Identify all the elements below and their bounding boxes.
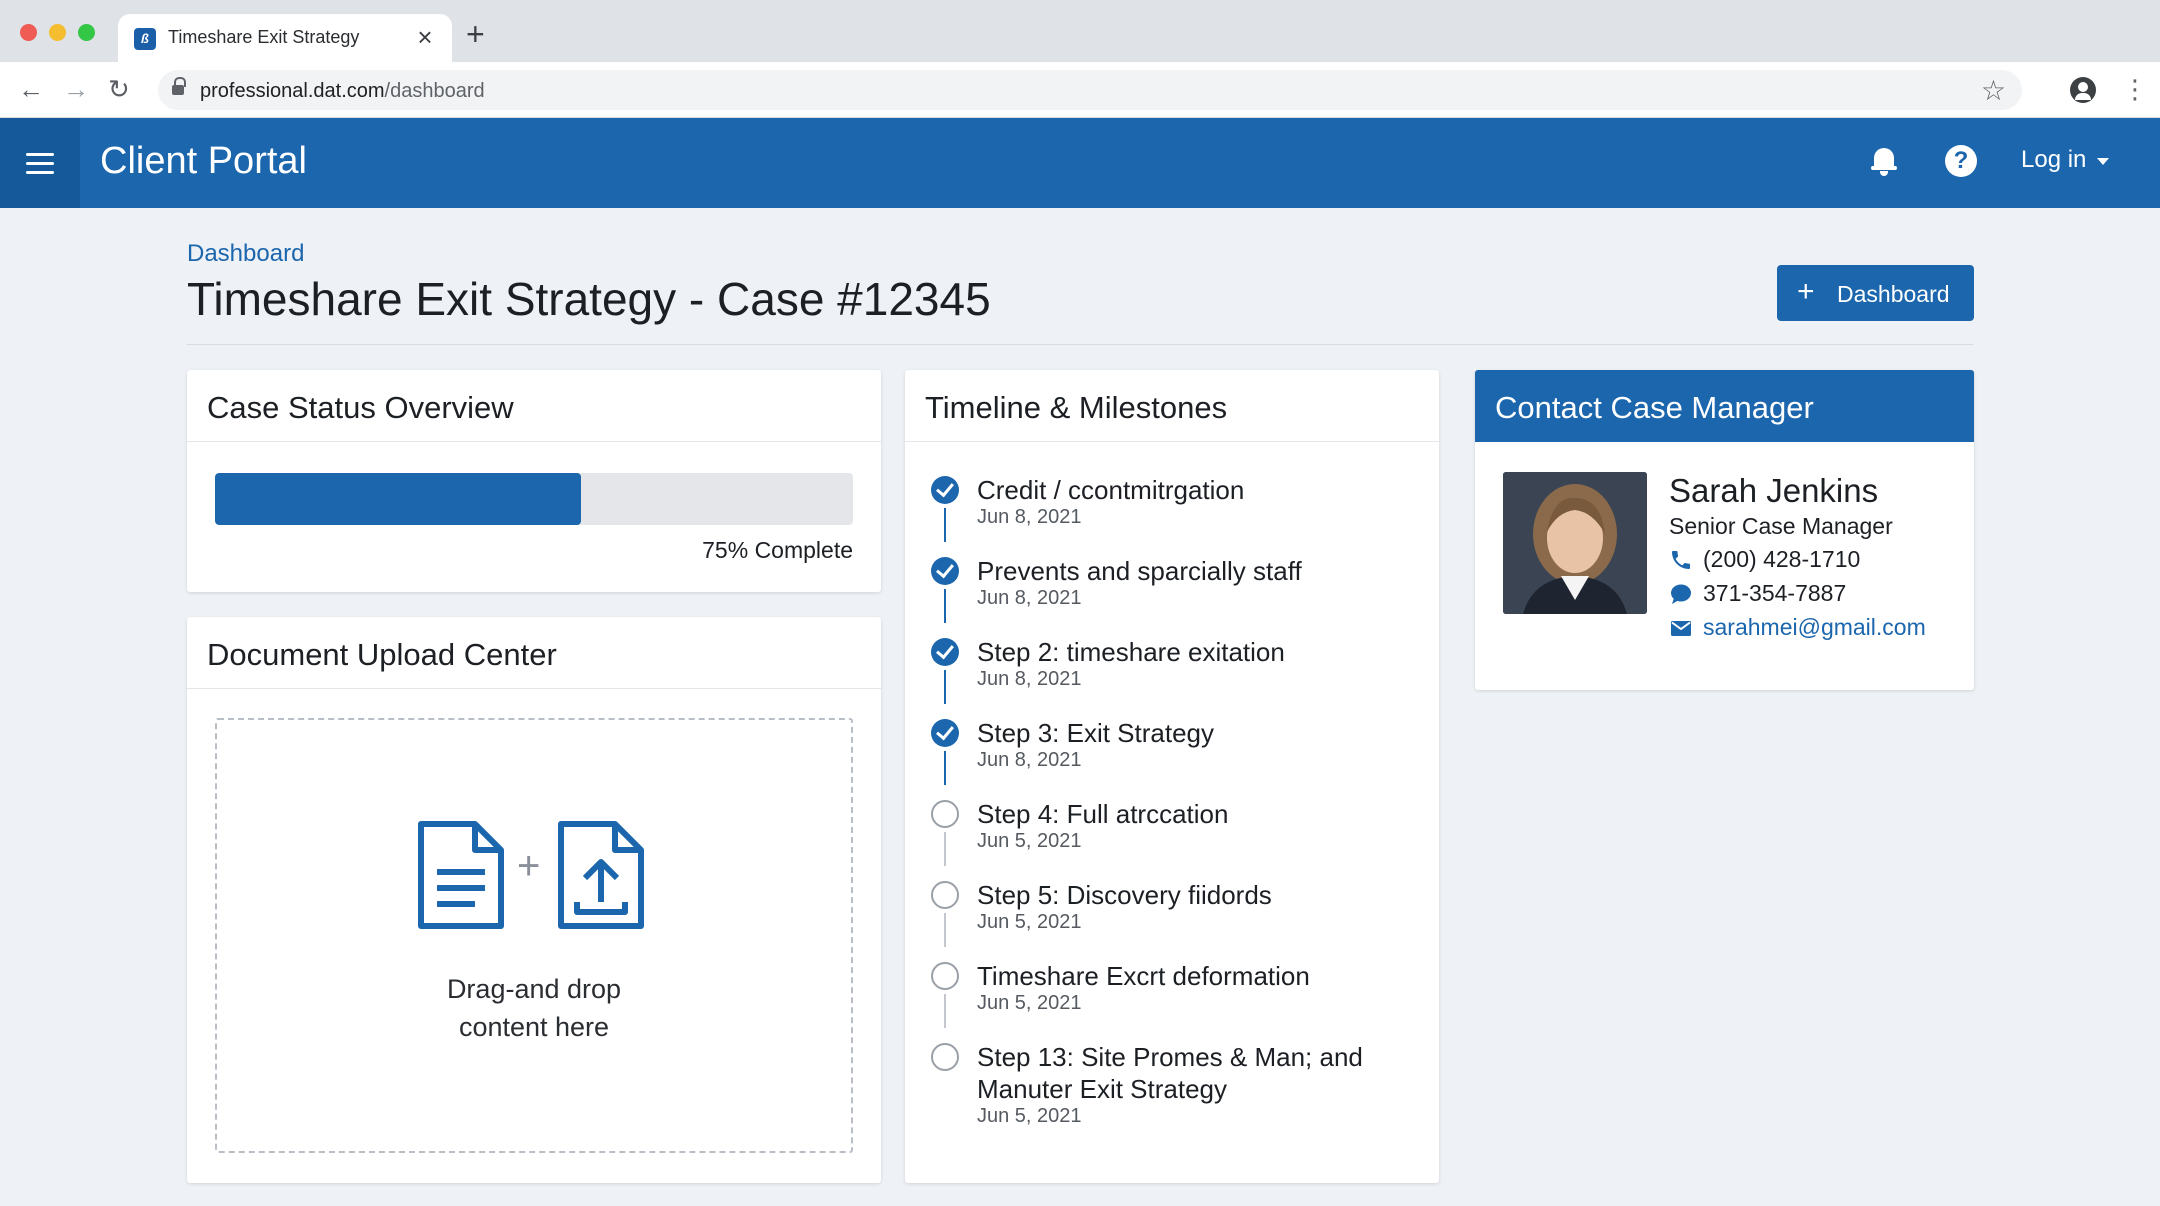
empty-circle-icon bbox=[931, 800, 959, 828]
upload-icon bbox=[558, 821, 644, 929]
check-circle-icon bbox=[931, 719, 959, 747]
progress-bar bbox=[215, 473, 853, 525]
tab-title: Timeshare Exit Strategy bbox=[168, 27, 360, 47]
timeline-item-date: Jun 8, 2021 bbox=[977, 506, 1082, 528]
contact-phone[interactable]: (200) 428-1710 bbox=[1669, 546, 1949, 574]
check-circle-icon bbox=[931, 557, 959, 585]
timeline-item-date: Jun 5, 2021 bbox=[977, 911, 1082, 933]
timeline-card: Timeline & Milestones Credit / ccontmitr… bbox=[905, 370, 1439, 1183]
browser-toolbar: ← → ↻ professional.dat.com/dashboard ☆ ⋮ bbox=[0, 62, 2160, 118]
timeline-item-date: Jun 8, 2021 bbox=[977, 668, 1082, 690]
back-arrow-icon[interactable]: ← bbox=[18, 74, 44, 104]
phone-icon bbox=[1672, 551, 1690, 569]
timeline-connector bbox=[944, 913, 946, 947]
check-circle-icon bbox=[931, 476, 959, 504]
minimize-window-button[interactable] bbox=[49, 24, 66, 41]
contact-title: Contact Case Manager bbox=[1495, 390, 1814, 425]
page-title: Timeshare Exit Strategy - Case #12345 bbox=[187, 273, 991, 325]
timeline-item-date: Jun 5, 2021 bbox=[977, 830, 1082, 852]
url-path: /dashboard bbox=[384, 80, 485, 102]
drop-text-line1: Drag-and drop bbox=[446, 974, 622, 1004]
contact-header: Contact Case Manager bbox=[1475, 370, 1974, 442]
bell-icon[interactable] bbox=[1870, 144, 1898, 178]
timeline-header: Timeline & Milestones bbox=[905, 370, 1439, 442]
breadcrumb[interactable]: Dashboard bbox=[187, 240, 304, 268]
mail-icon bbox=[1671, 621, 1691, 636]
menu-icon[interactable] bbox=[0, 118, 80, 208]
maximize-window-button[interactable] bbox=[78, 24, 95, 41]
timeline-item-label: Step 5: Discovery fiidords bbox=[977, 880, 1272, 910]
timeline-connector bbox=[944, 832, 946, 866]
lock-icon bbox=[172, 77, 186, 95]
reload-icon[interactable]: ↻ bbox=[108, 74, 130, 104]
dashboard-button-label: Dashboard bbox=[1837, 281, 1950, 307]
forward-arrow-icon[interactable]: → bbox=[63, 74, 89, 104]
timeline-item-label: Prevents and sparcially staff bbox=[977, 556, 1302, 586]
document-upload-card: Document Upload Center + Drag-and drop c… bbox=[187, 617, 881, 1183]
timeline-connector bbox=[944, 508, 946, 542]
site-favicon-icon: ß bbox=[134, 28, 156, 50]
plus-icon: + bbox=[517, 844, 541, 888]
progress-fill bbox=[215, 473, 582, 525]
tab-close-icon[interactable]: × bbox=[410, 22, 440, 52]
url-text[interactable]: professional.dat.com/dashboard bbox=[200, 80, 485, 103]
browser-menu-icon[interactable]: ⋮ bbox=[2122, 74, 2148, 104]
contact-phone-text: (200) 428-1710 bbox=[1703, 546, 1861, 572]
avatar bbox=[1503, 472, 1647, 614]
timeline-item-label: Timeshare Excrt deformation bbox=[977, 961, 1310, 991]
header-divider bbox=[187, 344, 1973, 345]
contact-name: Sarah Jenkins bbox=[1669, 472, 1879, 509]
timeline-title: Timeline & Milestones bbox=[925, 390, 1228, 425]
dropzone-instructions: Drag-and drop content here bbox=[217, 970, 851, 1046]
dashboard-button[interactable]: + Dashboard bbox=[1777, 265, 1974, 321]
timeline-connector bbox=[944, 994, 946, 1028]
app-title: Client Portal bbox=[100, 140, 307, 182]
browser-tab-bar: ß Timeshare Exit Strategy × + bbox=[0, 0, 2160, 62]
app-header: Client Portal bbox=[0, 118, 2160, 208]
empty-circle-icon bbox=[931, 881, 959, 909]
timeline-item-label: Step 3: Exit Strategy bbox=[977, 718, 1215, 748]
timeline-item-label: Step 13: Site Promes & Man; and Manuter … bbox=[977, 1042, 1363, 1104]
contact-email[interactable]: sarahmei@gmail.com bbox=[1669, 614, 1959, 642]
empty-circle-icon bbox=[931, 1043, 959, 1071]
empty-circle-icon bbox=[931, 962, 959, 990]
timeline-item-label: Step 4: Full atrccation bbox=[977, 799, 1229, 829]
browser-tab[interactable]: ß Timeshare Exit Strategy × bbox=[118, 14, 452, 62]
timeline-connector bbox=[944, 751, 946, 785]
url-host: professional.dat.com bbox=[200, 80, 385, 102]
login-menu[interactable]: Log in bbox=[2021, 146, 2086, 174]
close-window-button[interactable] bbox=[20, 24, 37, 41]
contact-message[interactable]: 371-354-7887 bbox=[1669, 580, 1949, 608]
address-bar[interactable]: professional.dat.com/dashboard ☆ bbox=[158, 70, 2022, 110]
timeline-connector bbox=[944, 670, 946, 704]
timeline-item-label: Credit / ccontmitrgation bbox=[977, 475, 1245, 505]
case-status-title: Case Status Overview bbox=[207, 390, 514, 425]
timeline-item-date: Jun 5, 2021 bbox=[977, 1105, 1082, 1127]
timeline-connector bbox=[944, 589, 946, 623]
chat-icon bbox=[1671, 584, 1691, 604]
check-circle-icon bbox=[931, 638, 959, 666]
help-icon[interactable]: ? bbox=[1945, 145, 1977, 177]
contact-email-link[interactable]: sarahmei@gmail.com bbox=[1703, 614, 1926, 641]
timeline-item-date: Jun 8, 2021 bbox=[977, 749, 1082, 771]
document-upload-title: Document Upload Center bbox=[207, 637, 557, 672]
drop-text-line2: content here bbox=[458, 1012, 610, 1042]
contact-role: Senior Case Manager bbox=[1669, 513, 1893, 539]
case-status-card: Case Status Overview 75% Complete bbox=[187, 370, 881, 592]
timeline-item-label: Step 2: timeshare exitation bbox=[977, 637, 1285, 667]
caret-down-icon[interactable] bbox=[2097, 158, 2109, 165]
new-tab-button[interactable]: + bbox=[466, 18, 485, 50]
upload-dropzone[interactable]: + Drag-and drop content here bbox=[215, 718, 853, 1153]
timeline-item-date: Jun 8, 2021 bbox=[977, 587, 1082, 609]
document-upload-header: Document Upload Center bbox=[187, 617, 881, 689]
progress-text: 75% Complete bbox=[702, 537, 853, 563]
bookmark-star-icon[interactable]: ☆ bbox=[1981, 74, 2006, 107]
case-status-header: Case Status Overview bbox=[187, 370, 881, 442]
profile-icon[interactable] bbox=[2070, 77, 2096, 103]
contact-card: Contact Case Manager Sarah Jenkins Senio… bbox=[1475, 370, 1974, 690]
timeline-item-date: Jun 5, 2021 bbox=[977, 992, 1082, 1014]
plus-icon: + bbox=[1797, 275, 1815, 308]
document-icon bbox=[418, 821, 504, 929]
contact-message-text: 371-354-7887 bbox=[1703, 580, 1847, 606]
